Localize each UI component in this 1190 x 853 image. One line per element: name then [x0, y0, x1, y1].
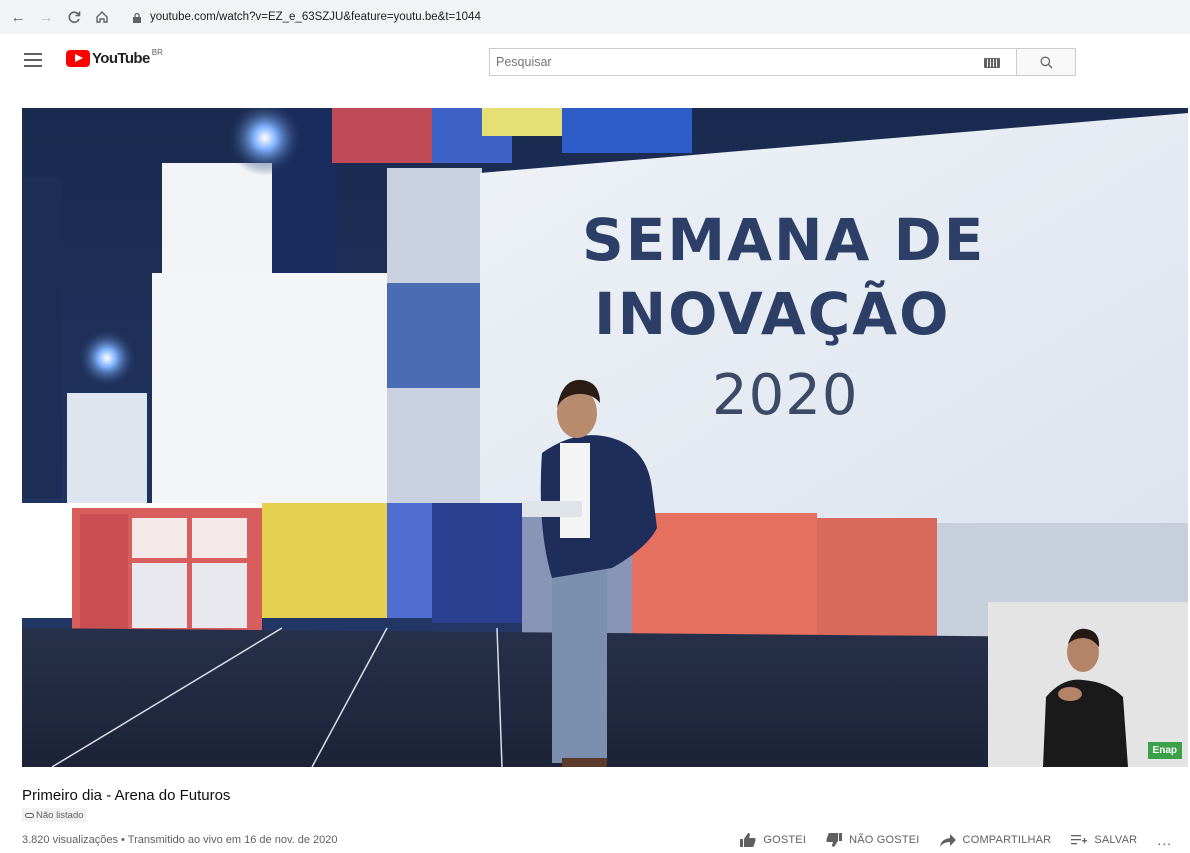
share-label: COMPARTILHAR: [962, 834, 1052, 846]
video-player[interactable]: SEMANA DE INOVAÇÃO 2020 Enap: [22, 108, 1188, 767]
search-button[interactable]: [1016, 48, 1076, 76]
playlist-add-icon: [1071, 835, 1088, 845]
browser-toolbar: ← → youtube.com/watch?v=EZ_e_63SZJU&feat…: [0, 0, 1190, 34]
slide-title-line2: INOVAÇÃO: [594, 280, 951, 348]
youtube-play-icon: [66, 50, 90, 67]
url-text: youtube.com/watch?v=EZ_e_63SZJU&feature=…: [150, 11, 481, 23]
save-button[interactable]: SALVAR: [1071, 834, 1137, 846]
enap-watermark: Enap: [1147, 742, 1182, 759]
share-button[interactable]: COMPARTILHAR: [939, 833, 1052, 847]
youtube-header: YouTube BR: [0, 34, 1190, 90]
video-meta: 3.820 visualizações • Transmitido ao viv…: [22, 834, 338, 846]
region-code: BR: [151, 48, 163, 57]
thumbs-down-icon: [826, 833, 843, 847]
unlisted-label: Não listado: [36, 809, 84, 821]
lock-icon: [130, 10, 144, 24]
slide-title-line1: SEMANA DE: [582, 206, 986, 274]
search-input[interactable]: [496, 55, 966, 69]
dislike-button[interactable]: NÃO GOSTEI: [826, 833, 919, 847]
unlisted-badge: Não listado: [22, 808, 87, 822]
sign-language-interpreter: Enap: [988, 602, 1188, 767]
search-field[interactable]: [489, 48, 1016, 76]
video-title: Primeiro dia - Arena do Futuros: [22, 787, 231, 804]
youtube-logo[interactable]: YouTube BR: [66, 48, 163, 67]
more-actions-button[interactable]: ...: [1157, 832, 1172, 848]
search-icon: [1040, 56, 1052, 68]
share-icon: [939, 833, 956, 847]
forward-arrow-icon[interactable]: →: [36, 7, 56, 27]
hamburger-menu-icon[interactable]: [24, 53, 42, 67]
like-label: GOSTEI: [763, 834, 807, 846]
link-icon: [25, 812, 34, 818]
slide-year: 2020: [712, 363, 859, 428]
save-label: SALVAR: [1094, 834, 1138, 846]
keyboard-icon[interactable]: [984, 58, 1000, 68]
video-actions: GOSTEI NÃO GOSTEI COMPARTILHAR SALVAR ..…: [720, 832, 1172, 848]
logo-text: YouTube: [92, 50, 150, 67]
reload-icon[interactable]: [64, 7, 84, 27]
home-icon[interactable]: [92, 7, 112, 27]
like-button[interactable]: GOSTEI: [740, 833, 806, 847]
address-bar[interactable]: youtube.com/watch?v=EZ_e_63SZJU&feature=…: [130, 5, 1180, 29]
search-bar: [489, 48, 1076, 76]
back-arrow-icon[interactable]: ←: [8, 7, 28, 27]
thumbs-up-icon: [740, 833, 756, 847]
dislike-label: NÃO GOSTEI: [849, 834, 920, 846]
